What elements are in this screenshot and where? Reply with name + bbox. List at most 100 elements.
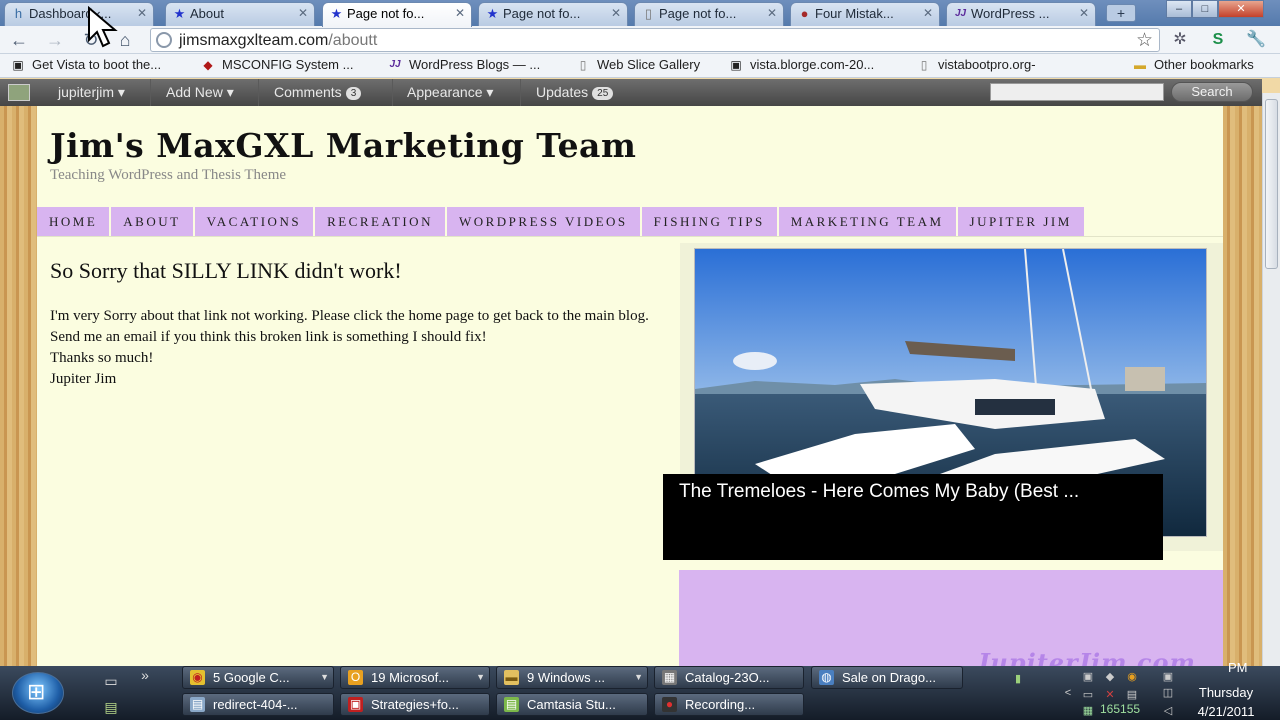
close-icon[interactable]: ✕ — [137, 6, 147, 20]
taskbar-outlook[interactable]: O 19 Microsof... ▼ — [340, 666, 490, 689]
close-icon[interactable]: ✕ — [767, 6, 777, 20]
forward-arrow-icon[interactable]: → — [44, 29, 66, 51]
nav-fishing-tips[interactable]: FISHING TIPS — [641, 207, 779, 236]
wordpress-icon: h — [14, 6, 23, 21]
tray-printer-icon[interactable]: ▣ — [1160, 670, 1176, 684]
nav-home[interactable]: HOME — [37, 207, 112, 236]
wrench-icon[interactable]: 🔧 — [1246, 30, 1266, 50]
scrollbar-thumb[interactable] — [1265, 99, 1278, 269]
bookmark-star-icon[interactable]: ☆ — [1136, 29, 1153, 52]
browser-toolbar: ← → ↻ ⌂ jimsmaxgxlteam.com/aboutt ☆ ✲ S … — [0, 26, 1280, 54]
updates-count-badge: 25 — [592, 87, 614, 100]
avatar[interactable] — [8, 84, 30, 101]
main-nav: HOME ABOUT VACATIONS RECREATION WORDPRES… — [37, 207, 1086, 236]
taskbar-clock[interactable]: Thursday 4/21/2011 — [1188, 683, 1264, 720]
task-label: 19 Microsof... — [371, 670, 450, 685]
chrome-icon: ◉ — [190, 670, 205, 685]
admin-add-new-menu[interactable]: Add New ▾ — [166, 84, 234, 101]
quicklaunch-app-icon[interactable]: ▤ — [100, 698, 122, 716]
extension-gear-icon[interactable]: ✲ — [1170, 30, 1190, 50]
nav-recreation[interactable]: RECREATION — [315, 207, 447, 236]
taskbar-camtasia[interactable]: ▤ Camtasia Stu... — [496, 693, 648, 716]
tray-neo-icon[interactable]: ◆ — [1102, 670, 1118, 684]
bookmark-item[interactable]: ▣ Get Vista to boot the... — [10, 57, 161, 72]
taskbar-explorer[interactable]: ▬ 9 Windows ... ▼ — [496, 666, 648, 689]
tab-page-not-found-active[interactable]: ★ Page not fo... ✕ — [322, 2, 472, 27]
admin-updates-link[interactable]: Updates 25 — [536, 84, 614, 100]
nav-marketing-team[interactable]: MARKETING TEAM — [778, 207, 958, 236]
close-icon[interactable]: ✕ — [923, 6, 933, 20]
ball-icon: ● — [800, 6, 809, 21]
page-scrollbar[interactable] — [1262, 93, 1280, 666]
taskbar-redirect-doc[interactable]: ▤ redirect-404-... — [182, 693, 334, 716]
url-text[interactable]: jimsmaxgxlteam.com/aboutt — [179, 32, 377, 50]
tray-expand-icon[interactable]: < — [1060, 686, 1076, 700]
task-label: 5 Google C... — [213, 670, 290, 685]
maximize-button[interactable]: □ — [1192, 0, 1218, 18]
nav-vacations[interactable]: VACATIONS — [194, 207, 316, 236]
admin-user-menu[interactable]: jupiterjim ▾ — [58, 84, 125, 101]
star-icon: ★ — [486, 6, 499, 21]
bookmarks-bar: ▣ Get Vista to boot the... ◆ MSCONFIG Syst… — [0, 54, 1280, 78]
other-bookmarks[interactable]: ▬ Other bookmarks — [1132, 57, 1254, 72]
bookmark-label: Get Vista to boot the... — [32, 57, 162, 72]
bookmark-item[interactable]: ▣ vista.blorge.com-20... — [728, 57, 874, 72]
close-icon[interactable]: ✕ — [611, 6, 621, 20]
taskbar-chrome[interactable]: ◉ 5 Google C... ▼ — [182, 666, 334, 689]
tray-counter-icon: ▦ — [1082, 705, 1094, 717]
bookmark-item[interactable]: ▯ Web Slice Gallery — [575, 57, 700, 72]
tray-outlook-icon[interactable]: ◉ — [1124, 670, 1140, 684]
admin-comments-link[interactable]: Comments 3 — [274, 84, 362, 100]
clock-time: PM — [1228, 660, 1248, 675]
close-window-button[interactable]: ✕ — [1218, 0, 1264, 18]
bookmark-item[interactable]: ▯ vistabootpro.org- — [916, 57, 1036, 72]
divider — [37, 236, 1223, 237]
tray-app-icon[interactable]: ▮ — [1010, 672, 1026, 686]
youtube-video[interactable]: The Tremeloes - Here Comes My Baby (Best… — [663, 474, 1163, 560]
comments-count-badge: 3 — [345, 87, 362, 100]
nav-jupiter-jim[interactable]: JUPITER JIM — [957, 207, 1086, 236]
quicklaunch-more-icon[interactable]: » — [134, 666, 156, 684]
nav-wordpress-videos[interactable]: WORDPRESS VIDEOS — [446, 207, 642, 236]
tray-volume-icon[interactable]: ◁ — [1160, 704, 1176, 718]
minimize-button[interactable]: – — [1166, 0, 1192, 18]
tab-dashboard[interactable]: h Dashboard ‹... ✕ — [4, 2, 154, 26]
close-icon[interactable]: ✕ — [1079, 6, 1089, 20]
close-icon[interactable]: ✕ — [455, 6, 465, 20]
tray-monitor-icon[interactable]: ▭ — [1080, 688, 1096, 702]
bookmark-item[interactable]: ◆ MSCONFIG System ... — [200, 57, 353, 72]
tab-page-not-found-3[interactable]: ▯ Page not fo... ✕ — [634, 2, 784, 26]
tab-label: Page not fo... — [347, 6, 425, 21]
bookmark-item[interactable]: JJ WordPress Blogs — ... — [387, 57, 540, 72]
start-button[interactable] — [12, 672, 64, 714]
tray-display-icon[interactable]: ▤ — [1124, 688, 1140, 702]
admin-search-button[interactable]: Search — [1171, 82, 1253, 102]
tray-network-icon[interactable]: ▣ — [1080, 670, 1096, 684]
star-icon: ★ — [173, 6, 186, 21]
nav-about[interactable]: ABOUT — [111, 207, 195, 236]
new-tab-button[interactable]: + — [1106, 4, 1136, 22]
app-icon: ▦ — [662, 670, 677, 685]
stumbleupon-icon[interactable]: S — [1208, 30, 1228, 50]
back-arrow-icon[interactable]: ← — [8, 29, 30, 51]
tray-alert-icon[interactable]: ✕ — [1102, 688, 1118, 702]
tab-about[interactable]: ★ About ✕ — [165, 2, 315, 26]
taskbar-strategies-pdf[interactable]: ▣ Strategies+fo... — [340, 693, 490, 716]
video-title[interactable]: The Tremeloes - Here Comes My Baby (Best… — [679, 481, 1079, 503]
taskbar-browser-sale[interactable]: ◍ Sale on Drago... — [811, 666, 963, 689]
mouse-cursor-icon — [88, 6, 118, 48]
close-icon[interactable]: ✕ — [298, 6, 308, 20]
tray-network2-icon[interactable]: ◫ — [1160, 686, 1176, 700]
tab-four-mistakes[interactable]: ● Four Mistak... ✕ — [790, 2, 940, 26]
admin-appearance-menu[interactable]: Appearance ▾ — [407, 84, 493, 101]
divider — [258, 79, 259, 106]
admin-search-input[interactable] — [990, 83, 1164, 101]
taskbar-recording[interactable]: ● Recording... — [654, 693, 804, 716]
taskbar-catalog[interactable]: ▦ Catalog-23O... — [654, 666, 804, 689]
site-title[interactable]: Jim's MaxGXL Marketing Team — [50, 126, 636, 165]
tab-page-not-found-2[interactable]: ★ Page not fo... ✕ — [478, 2, 628, 26]
show-desktop-icon[interactable]: ▭ — [100, 672, 122, 690]
tab-wordpress[interactable]: JJ WordPress ... ✕ — [946, 2, 1096, 26]
comments-label: Comments — [274, 84, 342, 100]
address-bar[interactable]: jimsmaxgxlteam.com/aboutt ☆ — [150, 28, 1160, 52]
